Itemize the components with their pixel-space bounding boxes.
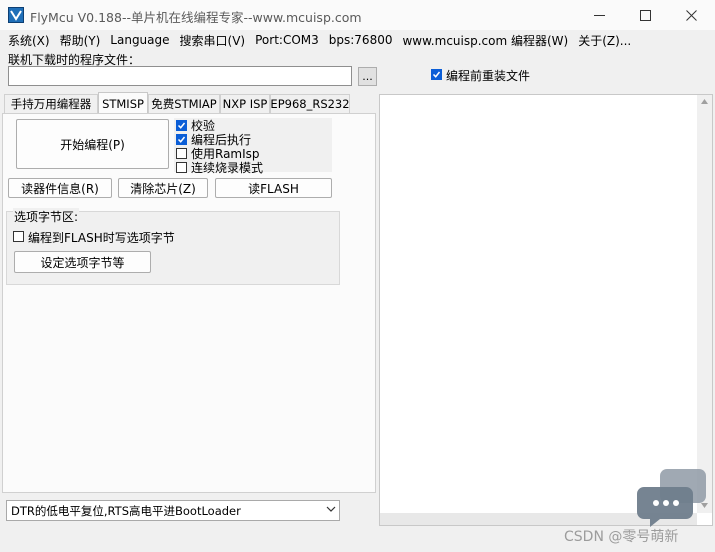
menu-programmer[interactable]: www.mcuisp.com 编程器(W) [398, 32, 572, 49]
menu-language[interactable]: Language [106, 33, 173, 47]
set-option-bytes-button[interactable]: 设定选项字节等 [14, 251, 151, 273]
minimize-button[interactable] [576, 0, 622, 30]
menu-search-port[interactable]: 搜索串口(V) [176, 32, 250, 49]
read-flash-button[interactable]: 读FLASH [215, 178, 332, 198]
checkmark-icon [177, 122, 186, 129]
menu-help[interactable]: 帮助(Y) [56, 32, 105, 49]
checkmark-icon [432, 71, 441, 78]
option-bytes-title: 选项字节区: [13, 208, 80, 225]
scroll-up-icon[interactable] [701, 99, 708, 104]
reload-file-label: 编程前重装文件 [446, 69, 531, 83]
reload-file-checkbox[interactable] [431, 69, 442, 80]
tab-handheld-programmer[interactable]: 手持万用编程器 [4, 94, 98, 113]
maximize-button[interactable] [622, 0, 668, 30]
menu-baudrate[interactable]: bps:76800 [325, 33, 397, 47]
close-button[interactable] [668, 0, 714, 30]
menu-port[interactable]: Port:COM3 [251, 33, 323, 47]
menu-about[interactable]: 关于(Z)... [574, 32, 635, 49]
log-vertical-scrollbar[interactable] [697, 95, 712, 513]
option-continuous-mode[interactable]: 连续烧录模式 [176, 160, 264, 175]
write-option-bytes-label: 编程到FLASH时写选项字节 [28, 231, 175, 245]
chat-bubble-icon [637, 469, 706, 527]
tab-ep968-rs232[interactable]: EP968_RS232 [270, 94, 350, 113]
reset-mode-value: DTR的低电平复位,RTS高电平进BootLoader [11, 503, 241, 518]
continuous-mode-label: 连续烧录模式 [191, 160, 264, 175]
erase-chip-button[interactable]: 清除芯片(Z) [118, 178, 208, 198]
watermark: CSDN @零号萌新 [564, 529, 679, 545]
maximize-icon [639, 9, 651, 21]
log-output[interactable] [379, 94, 713, 526]
program-file-input[interactable] [8, 66, 352, 86]
tab-nxp-isp[interactable]: NXP ISP [220, 94, 270, 113]
menu-bar: 系统(X) 帮助(Y) Language 搜索串口(V) Port:COM3 b… [0, 30, 715, 50]
tab-stmisp[interactable]: STMISP [98, 92, 148, 114]
minimize-icon [593, 14, 605, 16]
menu-system[interactable]: 系统(X) [4, 32, 54, 49]
title-bar: FlyMcu V0.188--单片机在线编程专家--www.mcuisp.com [0, 0, 715, 30]
checkmark-icon [177, 136, 186, 143]
start-programming-button[interactable]: 开始编程(P) [16, 119, 169, 169]
verify-checkbox[interactable] [176, 119, 187, 131]
run-after-program-checkbox[interactable] [176, 133, 187, 145]
close-icon [685, 9, 697, 21]
write-option-bytes-checkbox[interactable] [13, 231, 24, 242]
continuous-mode-checkbox[interactable] [176, 161, 187, 173]
flymcu-logo-icon [8, 7, 24, 23]
browse-button[interactable]: ... [358, 67, 377, 86]
use-ramisp-checkbox[interactable] [176, 147, 187, 159]
reset-mode-select[interactable]: DTR的低电平复位,RTS高电平进BootLoader [6, 500, 340, 521]
chevron-down-icon[interactable] [326, 504, 336, 514]
read-device-info-button[interactable]: 读器件信息(R) [8, 178, 112, 198]
tab-free-stmiap[interactable]: 免费STMIAP [148, 94, 220, 113]
window-title: FlyMcu V0.188--单片机在线编程专家--www.mcuisp.com [30, 10, 362, 25]
